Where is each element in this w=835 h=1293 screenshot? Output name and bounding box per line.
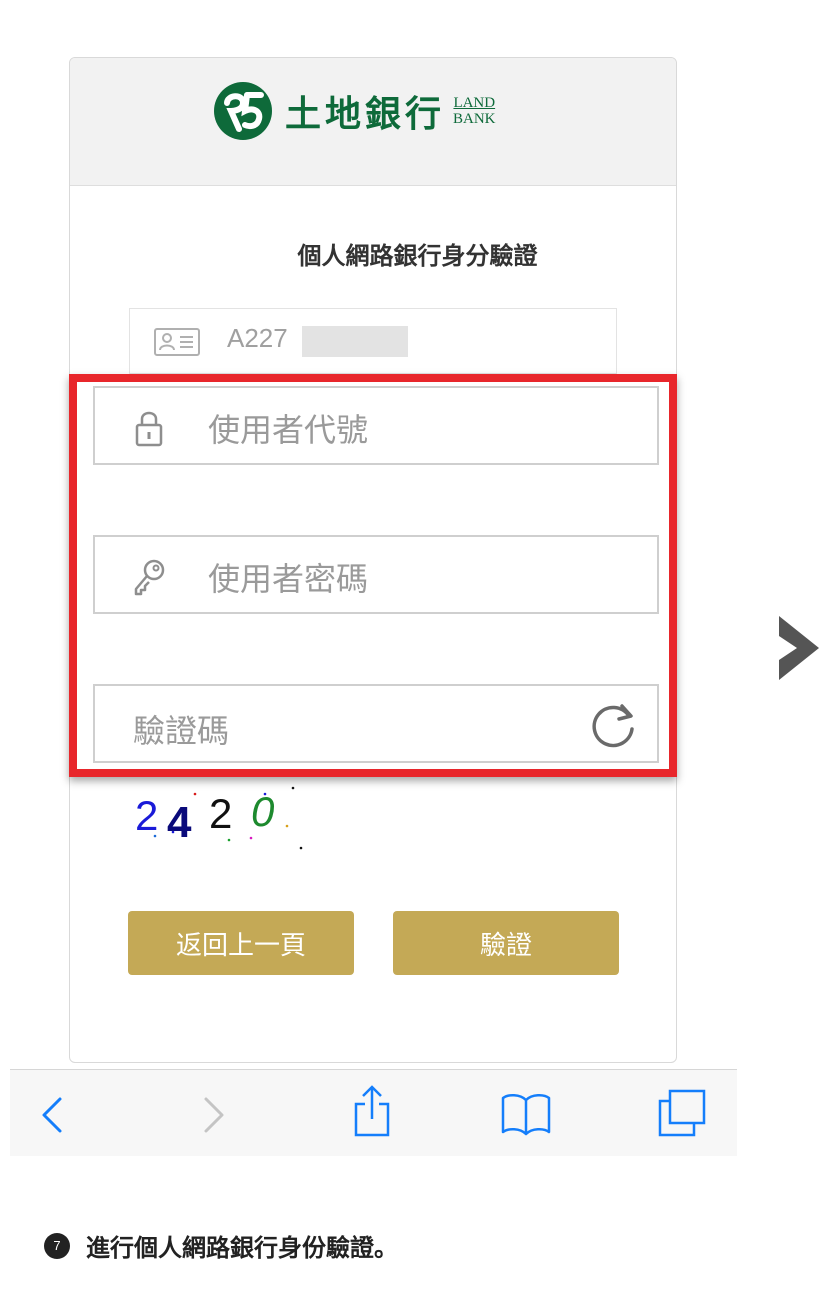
- back-button[interactable]: 返回上一頁: [128, 911, 354, 975]
- user-id-placeholder: 使用者代號: [208, 412, 369, 448]
- captcha-placeholder: 驗證碼: [133, 713, 230, 749]
- id-card-icon: [154, 328, 200, 356]
- id-number-value: A227: [227, 323, 288, 353]
- share-icon[interactable]: [352, 1084, 392, 1138]
- step-number-badge: 7: [44, 1232, 70, 1259]
- landbank-logo-icon: [214, 82, 272, 140]
- password-input[interactable]: 使用者密碼: [93, 535, 659, 614]
- key-icon: [134, 559, 165, 596]
- redaction-mask: [302, 326, 408, 357]
- lock-icon: [135, 411, 163, 447]
- card-header: 土地銀行 LAND BANK: [70, 58, 676, 186]
- password-placeholder: 使用者密碼: [208, 561, 369, 597]
- verify-button[interactable]: 驗證: [393, 911, 619, 975]
- back-icon[interactable]: [40, 1096, 64, 1134]
- logo-en-bank: BANK: [453, 111, 496, 127]
- logo-en-land: LAND: [453, 95, 496, 111]
- refresh-icon[interactable]: [589, 700, 639, 750]
- page-title: 個人網路銀行身分驗證: [297, 242, 538, 270]
- logo-english: LAND BANK: [453, 95, 496, 127]
- chevron-right-icon: [779, 616, 819, 680]
- caption-text: 進行個人網路銀行身份驗證。: [86, 1234, 398, 1262]
- logo-text: 土地銀行: [285, 93, 446, 135]
- bookmarks-icon[interactable]: [500, 1092, 552, 1136]
- id-number-field[interactable]: A227: [129, 308, 617, 374]
- captcha-input[interactable]: 驗證碼: [93, 684, 659, 763]
- user-id-input[interactable]: 使用者代號: [93, 386, 659, 465]
- step-caption: 7 進行個人網路銀行身份驗證。: [44, 1228, 398, 1263]
- browser-toolbar: [10, 1069, 737, 1156]
- captcha-image: 2 4 2 0: [133, 786, 313, 858]
- forward-icon[interactable]: [202, 1096, 226, 1134]
- captcha-noise: [153, 786, 303, 850]
- landbank-logo: 土地銀行 LAND BANK: [213, 81, 496, 141]
- tabs-icon[interactable]: [656, 1088, 708, 1138]
